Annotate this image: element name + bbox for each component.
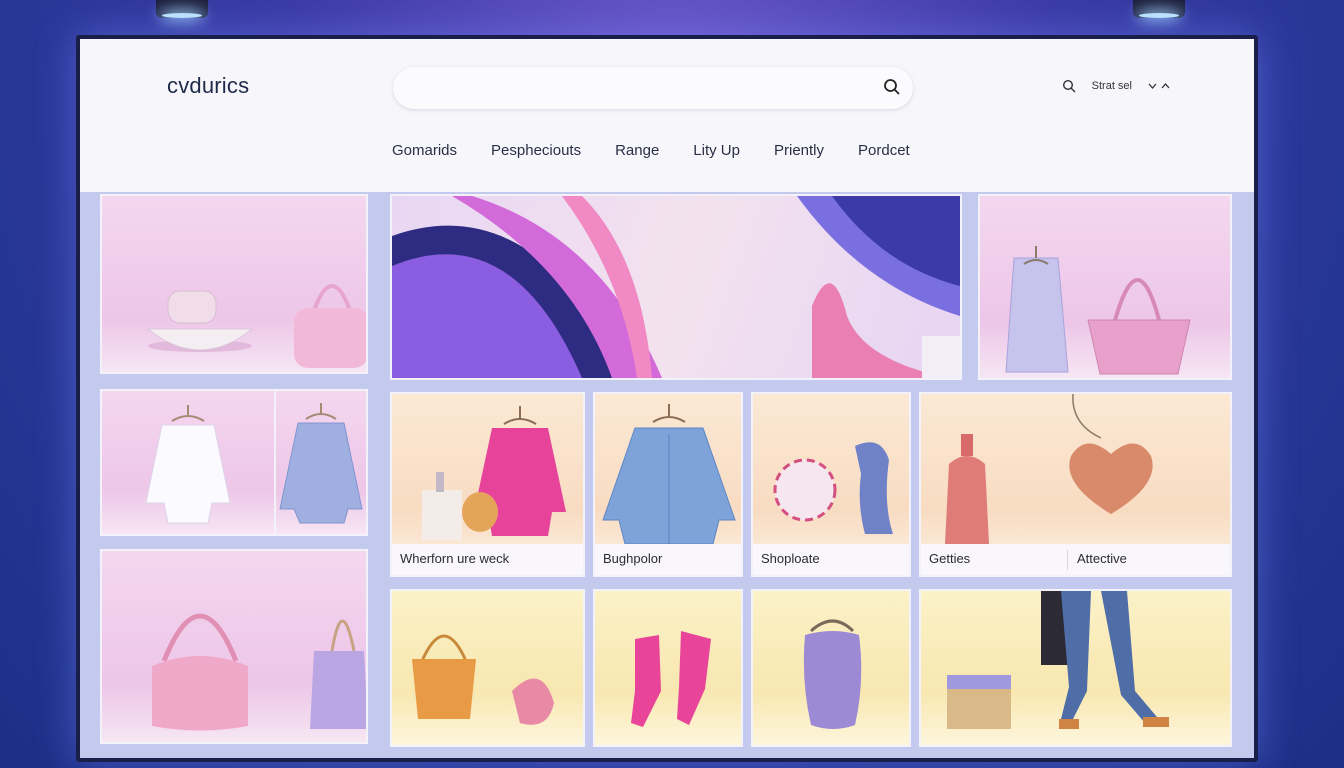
nav-item-lity-up[interactable]: Lity Up [693,142,740,159]
nav-item-range[interactable]: Range [615,142,659,159]
search-input[interactable] [393,67,913,109]
screen: cvdurics Strat sel Gomarids Pesphecіouts… [80,39,1254,758]
site-header: cvdurics Strat sel Gomarids Pesphecіouts… [80,39,1254,192]
product-card[interactable]: Getties Attective [919,392,1232,577]
product-tile-scarf[interactable] [751,589,911,747]
product-card[interactable]: Bughpolor [593,392,743,577]
product-tile-walking-model[interactable] [919,589,1232,747]
product-caption: Getties Attective [921,544,1230,575]
header-actions: Strat sel [1062,79,1170,93]
product-tile-pink-handbag[interactable] [100,549,368,744]
product-name: Shoploate [761,551,820,566]
product-card[interactable]: Shoploate [751,392,911,577]
nav-item-pesphecіouts[interactable]: Pesphecіouts [491,142,581,159]
product-caption: Bughpolor [595,544,741,575]
search-icon[interactable] [1062,79,1076,93]
caption-divider [1067,550,1068,570]
product-caption: Shoploate [753,544,909,575]
hero-banner[interactable] [390,194,962,380]
category-nav: Gomarids Pesphecіouts Range Lity Up Prie… [392,142,944,159]
product-card[interactable]: Wherforn ure weck [390,392,585,577]
display-frame: cvdurics Strat sel Gomarids Pesphecіouts… [76,35,1258,762]
ceiling-spotlight [1133,0,1185,18]
product-name: Attective [1077,551,1127,566]
brand-logo[interactable]: cvdurics [167,73,249,99]
product-tile-blue-shirt[interactable] [274,389,368,536]
ceiling-spotlight [156,0,208,18]
nav-item-gomarids[interactable]: Gomarids [392,142,457,159]
chevron-down-icon[interactable] [1148,83,1157,89]
nav-item-priently[interactable]: Priently [774,142,824,159]
product-tile-bowl-bag[interactable] [100,194,368,374]
product-caption: Wherforn ure weck [392,544,583,575]
product-tile-shirt-basket[interactable] [978,194,1232,380]
nav-item-pordcet[interactable]: Pordcet [858,142,910,159]
product-tile-basket-bag[interactable] [390,589,585,747]
product-name: Getties [929,551,971,566]
product-tile-pink-boots[interactable] [593,589,743,747]
search-icon[interactable] [883,78,901,96]
sort-select[interactable]: Strat sel [1092,80,1132,92]
product-name: Bughpolor [603,551,663,566]
product-tile-white-shirt[interactable] [100,389,276,536]
product-name: Wherforn ure weck [400,551,510,566]
chevron-up-icon[interactable] [1161,83,1170,89]
